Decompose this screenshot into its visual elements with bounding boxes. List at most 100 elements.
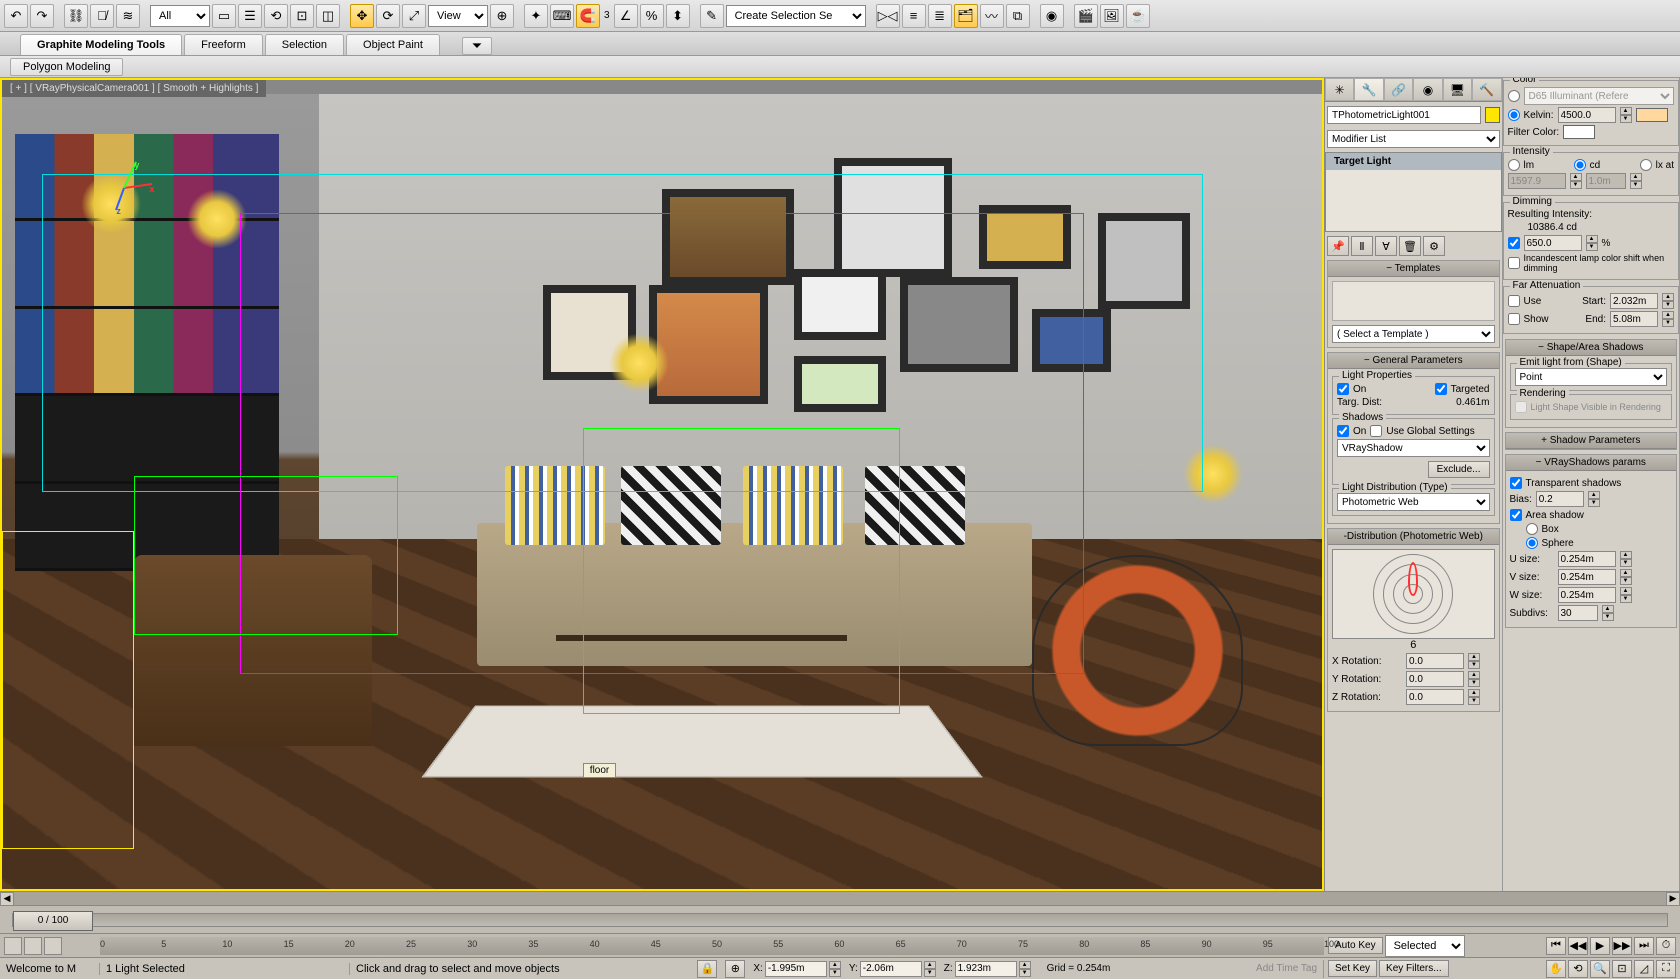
set-key-button[interactable]: Set Key	[1328, 960, 1377, 977]
subdivs-spinner[interactable]: ▲▼	[1602, 605, 1614, 621]
utilities-tab[interactable]: 🔨	[1472, 78, 1501, 101]
emit-shape-dropdown[interactable]: Point	[1515, 368, 1668, 386]
atten-end-spinner[interactable]: ▲▼	[1662, 311, 1674, 327]
x-rotation-spinner[interactable]: ▲▼	[1468, 653, 1480, 669]
viewport-scrollbar[interactable]: ◀ ▶	[0, 891, 1680, 905]
photometric-web-preview[interactable]	[1332, 549, 1495, 639]
bind-spacewarp-button[interactable]: ≋	[116, 4, 140, 28]
time-config-button[interactable]: ⏱	[1656, 937, 1676, 955]
snap-toggle-button[interactable]: 🧲	[576, 4, 600, 28]
select-region-button[interactable]: ⟲	[264, 4, 288, 28]
selection-filter-dropdown[interactable]: All	[150, 5, 210, 27]
goto-start-button[interactable]: ⏮	[1546, 937, 1566, 955]
dimming-enable-checkbox[interactable]	[1508, 237, 1520, 249]
atten-use-checkbox[interactable]	[1508, 295, 1520, 307]
modifier-stack[interactable]: Target Light	[1325, 152, 1502, 232]
modifier-list-dropdown[interactable]: Modifier List	[1327, 130, 1500, 148]
link-button[interactable]: ⛓	[64, 4, 88, 28]
bias-input[interactable]	[1536, 491, 1584, 507]
atten-show-checkbox[interactable]	[1508, 313, 1520, 325]
redo-button[interactable]: ↷	[30, 4, 54, 28]
templates-header[interactable]: Templates	[1328, 261, 1499, 277]
ref-coord-dropdown[interactable]: View	[428, 5, 488, 27]
object-name-input[interactable]	[1327, 106, 1481, 124]
template-select-dropdown[interactable]: ( Select a Template )	[1332, 325, 1495, 343]
window-crossing-button[interactable]: ⊡	[290, 4, 314, 28]
maximize-viewport-button[interactable]: ⛶	[1656, 960, 1676, 978]
lm-radio[interactable]	[1508, 159, 1520, 171]
intensity-spinner[interactable]: ▲▼	[1570, 173, 1582, 189]
v-size-input[interactable]	[1558, 569, 1616, 585]
select-object-button[interactable]: ▭	[212, 4, 236, 28]
motion-tab[interactable]: ◉	[1413, 78, 1442, 101]
targeted-checkbox[interactable]	[1435, 383, 1447, 395]
kelvin-swatch[interactable]	[1636, 108, 1668, 122]
z-rotation-input[interactable]	[1406, 689, 1464, 705]
schematic-view-button[interactable]: ⧉	[1006, 4, 1030, 28]
area-shadow-checkbox[interactable]	[1510, 509, 1522, 521]
kelvin-spinner[interactable]: ▲▼	[1620, 107, 1632, 123]
zoom-view-button[interactable]: 🔍	[1590, 960, 1610, 978]
pin-stack-button[interactable]: 📌	[1327, 236, 1349, 256]
render-setup-button[interactable]: 🎬	[1074, 4, 1098, 28]
y-rotation-input[interactable]	[1406, 671, 1464, 687]
align-button[interactable]: ≡	[902, 4, 926, 28]
object-color-swatch[interactable]	[1485, 107, 1499, 123]
frame-ruler[interactable]: 0510152025303540455055606570758085909510…	[100, 937, 1324, 955]
select-by-name-button[interactable]: ☰	[238, 4, 262, 28]
w-size-spinner[interactable]: ▲▼	[1620, 587, 1632, 603]
tab-object-paint[interactable]: Object Paint	[346, 34, 440, 55]
maxscript-listener[interactable]: Welcome to M	[0, 963, 100, 975]
remove-modifier-button[interactable]: 🗑	[1399, 236, 1421, 256]
show-end-result-button[interactable]: Ⅱ	[1351, 236, 1373, 256]
keyboard-shortcut-button[interactable]: ⌨	[550, 4, 574, 28]
fov-button[interactable]: ◿	[1634, 960, 1654, 978]
shadow-params-header[interactable]: Shadow Parameters	[1506, 433, 1677, 449]
time-slider-track[interactable]: 0 / 100	[12, 913, 1668, 927]
tab-selection[interactable]: Selection	[265, 34, 344, 55]
shape-shadows-header[interactable]: Shape/Area Shadows	[1506, 340, 1677, 356]
select-scale-button[interactable]: ⤢	[402, 4, 426, 28]
atten-start-spinner[interactable]: ▲▼	[1662, 293, 1674, 309]
exclude-button[interactable]: Exclude...	[1428, 461, 1490, 478]
general-params-header[interactable]: General Parameters	[1328, 353, 1499, 369]
percent-snap-button[interactable]: %	[640, 4, 664, 28]
prev-frame-button[interactable]: ◀◀	[1568, 937, 1588, 955]
tab-graphite-modeling[interactable]: Graphite Modeling Tools	[20, 34, 182, 55]
intensity-dist-spinner[interactable]: ▲▼	[1630, 173, 1642, 189]
tab-freeform[interactable]: Freeform	[184, 34, 263, 55]
atten-start-input[interactable]	[1610, 293, 1658, 309]
bias-spinner[interactable]: ▲▼	[1588, 491, 1600, 507]
vray-shadows-header[interactable]: VRayShadows params	[1506, 455, 1677, 471]
shadows-on-checkbox[interactable]	[1337, 425, 1349, 437]
named-sel-button[interactable]: ✎	[700, 4, 724, 28]
modify-tab[interactable]: 🔧	[1354, 78, 1383, 101]
u-size-input[interactable]	[1558, 551, 1616, 567]
select-move-button[interactable]: ✥	[350, 4, 374, 28]
coord-x-input[interactable]	[765, 961, 827, 977]
lx-radio[interactable]	[1640, 159, 1652, 171]
zoom-extents-button[interactable]: ⊡	[1612, 960, 1632, 978]
light-on-checkbox[interactable]	[1337, 383, 1349, 395]
x-rotation-input[interactable]	[1406, 653, 1464, 669]
dimming-spinner[interactable]: ▲▼	[1586, 235, 1598, 251]
coord-x-spinner[interactable]: ▲▼	[829, 961, 841, 977]
key-filter-button[interactable]	[44, 937, 62, 955]
key-target-dropdown[interactable]: Selected	[1385, 935, 1465, 957]
w-size-input[interactable]	[1558, 587, 1616, 603]
use-global-checkbox[interactable]	[1370, 425, 1382, 437]
named-selection-dropdown[interactable]: Create Selection Se	[726, 5, 866, 27]
atten-end-input[interactable]	[1610, 311, 1658, 327]
filter-color-swatch[interactable]	[1563, 125, 1595, 139]
material-editor-button[interactable]: ◉	[1040, 4, 1064, 28]
make-unique-button[interactable]: ∀	[1375, 236, 1397, 256]
transform-gizmo[interactable]: x y z	[94, 158, 154, 218]
mirror-button[interactable]: ▷◁	[876, 4, 900, 28]
hierarchy-tab[interactable]: 🔗	[1384, 78, 1413, 101]
play-button[interactable]: ▶	[1590, 937, 1610, 955]
layers-button[interactable]: ≣	[928, 4, 952, 28]
incandescent-checkbox[interactable]	[1508, 257, 1520, 269]
time-slider-thumb[interactable]: 0 / 100	[13, 911, 93, 931]
light-dist-dropdown[interactable]: Photometric Web	[1337, 493, 1490, 511]
distribution-header[interactable]: -Distribution (Photometric Web)	[1328, 529, 1499, 545]
